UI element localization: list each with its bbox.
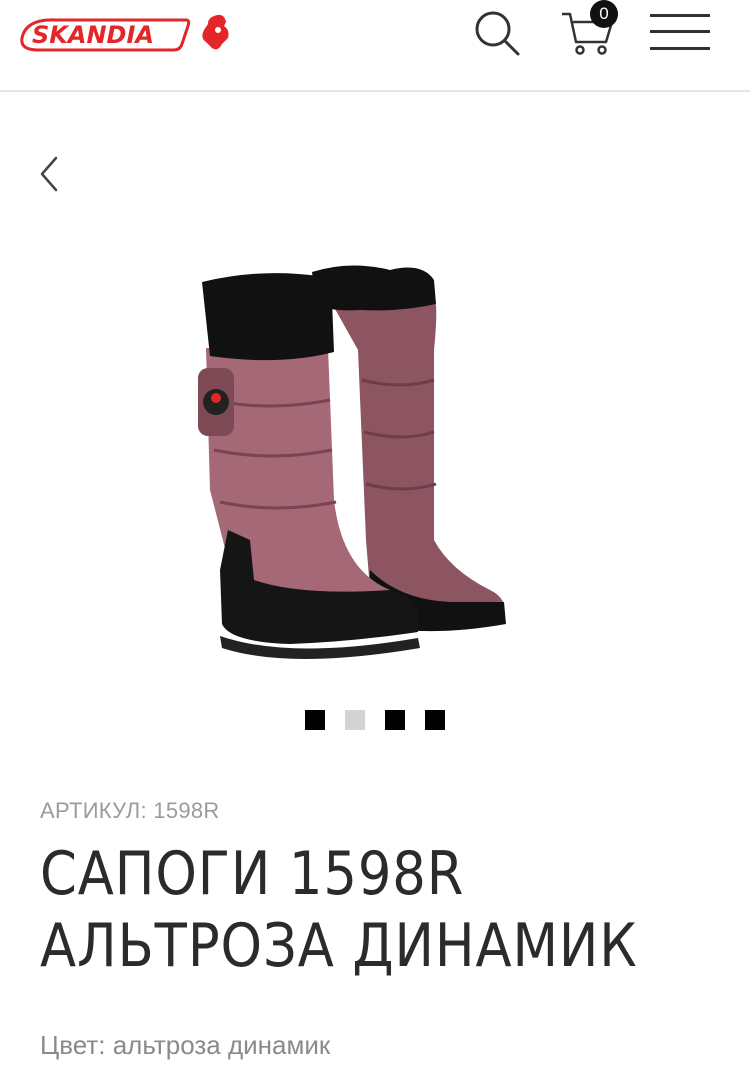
- svg-text:SKANDIA: SKANDIA: [32, 21, 154, 49]
- gallery-dot[interactable]: [345, 710, 365, 730]
- search-icon[interactable]: [472, 8, 522, 58]
- product-title: САПОГИ 1598R АЛЬТРОЗА ДИНАМИК: [40, 838, 638, 982]
- gallery-pagination: [305, 710, 455, 730]
- product-title-line1: САПОГИ 1598R: [40, 839, 465, 909]
- gallery-dot[interactable]: [425, 710, 445, 730]
- product-image[interactable]: [150, 240, 600, 680]
- site-header: SKANDIA 0: [0, 0, 750, 92]
- product-sku: АРТИКУЛ: 1598R: [40, 798, 220, 823]
- skandia-logo[interactable]: SKANDIA: [18, 10, 233, 58]
- gallery-dot[interactable]: [385, 710, 405, 730]
- product-color: Цвет: альтроза динамик: [40, 1030, 331, 1060]
- product-title-line2: АЛЬТРОЗА ДИНАМИК: [40, 911, 638, 981]
- gallery-dot[interactable]: [305, 710, 325, 730]
- menu-line: [650, 47, 710, 50]
- chevron-left-icon[interactable]: [32, 152, 66, 196]
- menu-icon[interactable]: [650, 12, 710, 52]
- menu-line: [650, 30, 710, 33]
- cart-count-badge[interactable]: 0: [590, 0, 618, 28]
- menu-line: [650, 14, 710, 17]
